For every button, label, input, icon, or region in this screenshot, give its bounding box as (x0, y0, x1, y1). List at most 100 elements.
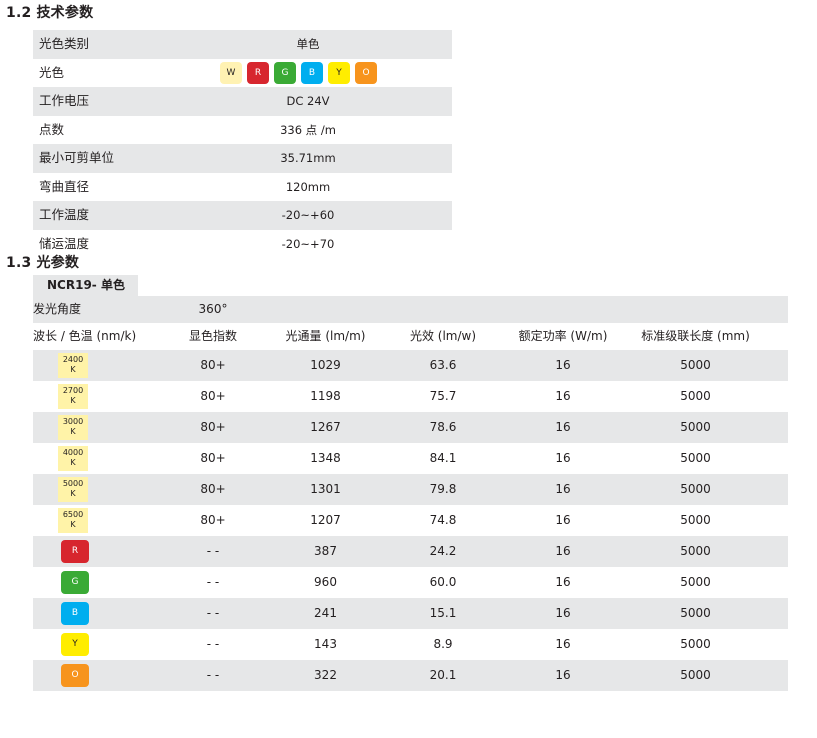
color-chip: G (274, 61, 296, 84)
col-header-cri: 显色指数 (188, 329, 237, 343)
table-row: 5000 K 80+ 1301 79.8 16 5000 (33, 474, 788, 505)
cct-value: 4000 (62, 448, 84, 457)
power-cell: 16 (555, 451, 571, 465)
power-cell: 16 (555, 358, 571, 372)
spec-row: 点数 336 点 /m (33, 116, 452, 145)
spec-value: -20~+70 (281, 236, 335, 251)
efficacy-cell: 60.0 (429, 575, 457, 589)
cct-unit: K (70, 396, 76, 405)
cct-unit: K (70, 458, 76, 467)
spec-row: 工作温度 -20~+60 (33, 201, 452, 230)
efficacy-cell: 8.9 (433, 637, 453, 651)
spec-row: 储运温度 -20~+70 (33, 230, 452, 259)
efficacy-cell: 79.8 (429, 482, 457, 496)
cri-cell: - - (206, 606, 220, 620)
color-swatch: G (61, 571, 89, 594)
power-cell: 16 (555, 420, 571, 434)
model-tab-label: NCR19- 单色 (47, 278, 125, 292)
color-swatch: B (61, 602, 89, 625)
color-chip: O (355, 61, 377, 84)
cct-value: 5000 (62, 479, 84, 488)
optics-table: 发光角度 360° 波长 / 色温 (nm/k) 显色指数 光通量 (lm/m)… (33, 296, 788, 691)
spec-value: 336 点 /m (280, 122, 336, 137)
power-cell: 16 (555, 482, 571, 496)
cri-cell: 80+ (200, 420, 226, 434)
cri-cell: - - (206, 668, 220, 682)
power-cell: 16 (555, 513, 571, 527)
cri-cell: 80+ (200, 358, 226, 372)
power-cell: 16 (555, 606, 571, 620)
length-cell: 5000 (680, 637, 711, 651)
spec-row: 光色 WRGBYO (33, 59, 452, 88)
efficacy-cell: 75.7 (429, 389, 457, 403)
cct-value: 6500 (62, 510, 84, 519)
efficacy-cell: 84.1 (429, 451, 457, 465)
cri-cell: 80+ (200, 513, 226, 527)
table-row: 4000 K 80+ 1348 84.1 16 5000 (33, 443, 788, 474)
length-cell: 5000 (680, 668, 711, 682)
angle-label: 发光角度 (33, 302, 82, 316)
efficacy-cell: 15.1 (429, 606, 457, 620)
spec-row: 弯曲直径 120mm (33, 173, 452, 202)
column-header-row: 波长 / 色温 (nm/k) 显色指数 光通量 (lm/m) 光效 (lm/w)… (33, 323, 788, 350)
cct-swatch: 4000 K (58, 446, 88, 471)
spec-label: 点数 (39, 121, 65, 137)
cri-cell: 80+ (200, 451, 226, 465)
cri-cell: - - (206, 637, 220, 651)
model-tab: NCR19- 单色 (33, 275, 138, 296)
spec-label: 光色 (39, 64, 65, 80)
color-swatch: R (61, 540, 89, 563)
flux-cell: 387 (314, 544, 337, 558)
cct-swatch: 5000 K (58, 477, 88, 502)
cct-value: 2700 (62, 386, 84, 395)
light-color-chips: WRGBYO (220, 61, 377, 84)
spec-row: 工作电压 DC 24V (33, 87, 452, 116)
table-row: 6500 K 80+ 1207 74.8 16 5000 (33, 505, 788, 536)
power-cell: 16 (555, 575, 571, 589)
flux-cell: 1348 (310, 451, 341, 465)
col-header-efficacy: 光效 (lm/w) (409, 329, 477, 343)
efficacy-cell: 24.2 (429, 544, 457, 558)
cct-unit: K (70, 365, 76, 374)
color-chip: Y (328, 61, 350, 84)
power-cell: 16 (555, 668, 571, 682)
spec-label: 最小可剪单位 (39, 150, 115, 165)
power-cell: 16 (555, 544, 571, 558)
flux-cell: 1029 (310, 358, 341, 372)
spec-label: 光色类别 (39, 36, 90, 51)
table-row: 3000 K 80+ 1267 78.6 16 5000 (33, 412, 788, 443)
power-cell: 16 (555, 637, 571, 651)
color-swatch: Y (61, 633, 89, 656)
color-chip: B (301, 61, 323, 84)
length-cell: 5000 (680, 606, 711, 620)
spec-value: DC 24V (286, 94, 330, 108)
flux-cell: 241 (314, 606, 337, 620)
color-chip: R (247, 61, 269, 84)
cct-unit: K (70, 489, 76, 498)
cri-cell: 80+ (200, 482, 226, 496)
color-chip: W (220, 61, 242, 84)
length-cell: 5000 (680, 389, 711, 403)
flux-cell: 143 (314, 637, 337, 651)
flux-cell: 322 (314, 668, 337, 682)
spec-value: 120mm (285, 179, 331, 194)
table-row: R - - 387 24.2 16 5000 (33, 536, 788, 567)
spec-row: 最小可剪单位 35.71mm (33, 144, 452, 173)
cct-unit: K (70, 520, 76, 529)
efficacy-cell: 74.8 (429, 513, 457, 527)
cct-value: 2400 (62, 355, 84, 364)
spec-value: 35.71mm (280, 151, 336, 165)
flux-cell: 1207 (310, 513, 341, 527)
cct-swatch: 2400 K (58, 353, 88, 378)
length-cell: 5000 (680, 358, 711, 372)
flux-cell: 1267 (310, 420, 341, 434)
flux-cell: 1301 (310, 482, 341, 496)
spec-row: 光色类别 单色 (33, 30, 452, 59)
cct-swatch: 3000 K (58, 415, 88, 440)
col-header-power: 额定功率 (W/m) (518, 329, 608, 343)
table-row: 2700 K 80+ 1198 75.7 16 5000 (33, 381, 788, 412)
efficacy-cell: 20.1 (429, 668, 457, 682)
spec-value: -20~+60 (281, 208, 335, 222)
col-header-wavelength: 波长 / 色温 (nm/k) (33, 329, 137, 343)
section-title-tech: 1.2 技术参数 (6, 5, 94, 21)
